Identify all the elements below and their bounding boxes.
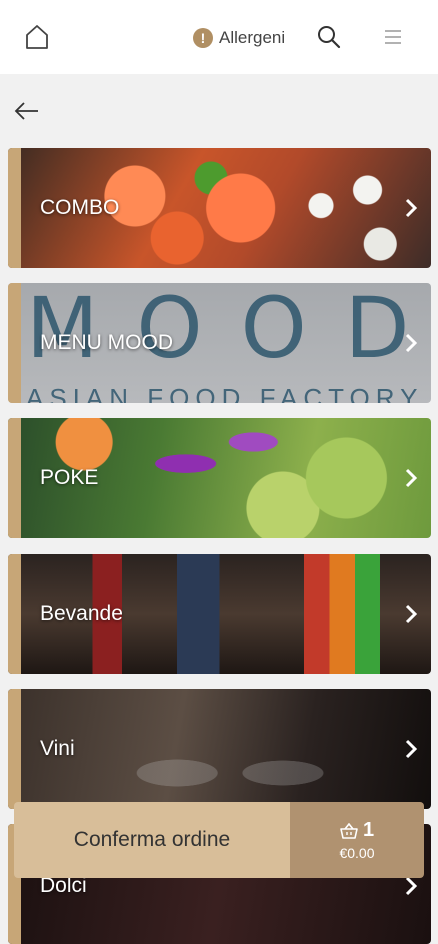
category-accent	[8, 554, 21, 674]
category-label: POKE	[40, 466, 99, 489]
chevron-right-icon	[405, 604, 418, 624]
home-button[interactable]	[22, 22, 52, 52]
search-button[interactable]	[316, 24, 342, 50]
chevron-right-icon	[405, 333, 418, 353]
chevron-right-icon	[405, 468, 418, 488]
category-label: COMBO	[40, 196, 120, 219]
category-bevande[interactable]: Bevande	[8, 554, 431, 674]
category-vini[interactable]: Vini	[8, 689, 431, 809]
cart-count: 1	[362, 819, 375, 841]
category-poke[interactable]: POKE	[8, 418, 431, 538]
category-label: Vini	[40, 737, 75, 760]
order-bar: Conferma ordine 1 €0.00	[14, 802, 424, 878]
hamburger-menu-icon	[385, 30, 401, 44]
cart-total: €0.00	[339, 845, 375, 861]
home-icon	[26, 25, 48, 49]
category-accent	[8, 283, 21, 403]
category-menu-mood[interactable]: MOOD ASIAN FOOD FACTORY MENU MOOD	[8, 283, 431, 403]
confirm-order-button[interactable]: Conferma ordine	[14, 802, 290, 878]
alert-icon: !	[193, 28, 213, 48]
category-combo[interactable]: COMBO	[8, 148, 431, 268]
chevron-right-icon	[405, 198, 418, 218]
category-accent	[8, 418, 21, 538]
back-button[interactable]	[12, 98, 42, 124]
cart-count-row: 1	[340, 819, 374, 842]
allergens-button[interactable]: ! Allergeni	[193, 24, 285, 52]
category-label: MENU MOOD	[40, 331, 173, 354]
category-accent	[8, 148, 21, 268]
mood-logo-subtext: ASIAN FOOD FACTORY	[26, 383, 424, 403]
allergens-label: Allergeni	[219, 28, 286, 47]
chevron-right-icon	[405, 739, 418, 759]
top-bar: ! Allergeni	[0, 0, 438, 74]
search-icon	[318, 26, 341, 49]
main-menu-button[interactable]	[382, 26, 404, 48]
basket-icon	[340, 822, 358, 839]
category-label: Bevande	[40, 602, 123, 625]
cart-button[interactable]: 1 €0.00	[290, 802, 424, 878]
back-arrow-icon	[14, 102, 38, 120]
category-accent	[8, 689, 21, 809]
mood-logo-text: MOOD	[26, 283, 431, 377]
